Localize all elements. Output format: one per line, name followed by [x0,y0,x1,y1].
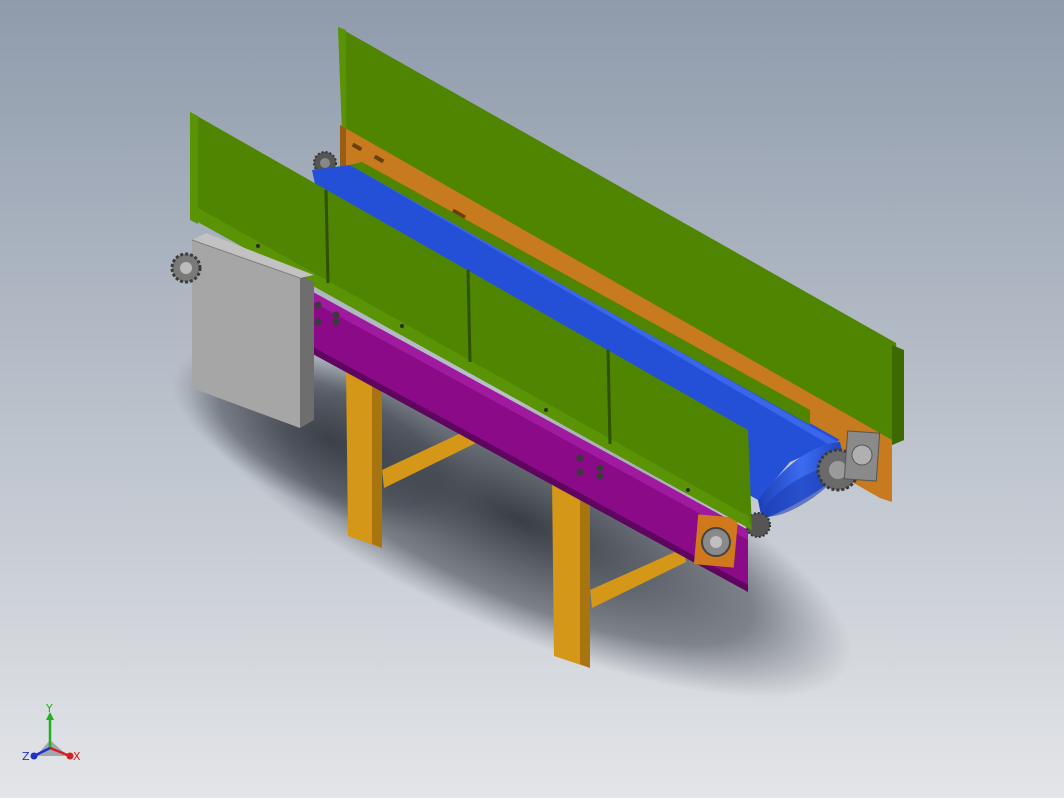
motor-sprocket-left[interactable] [170,252,202,284]
triad-x-label: X [73,750,81,763]
triad-z-label: Z [22,750,30,763]
front-bearing[interactable] [693,514,739,568]
cad-viewport[interactable]: Y X Z [0,0,1064,798]
triad-y-label: Y [45,702,53,715]
conveyor-model-view[interactable]: Y X Z [0,0,1064,798]
support-legs-front[interactable] [346,368,382,548]
